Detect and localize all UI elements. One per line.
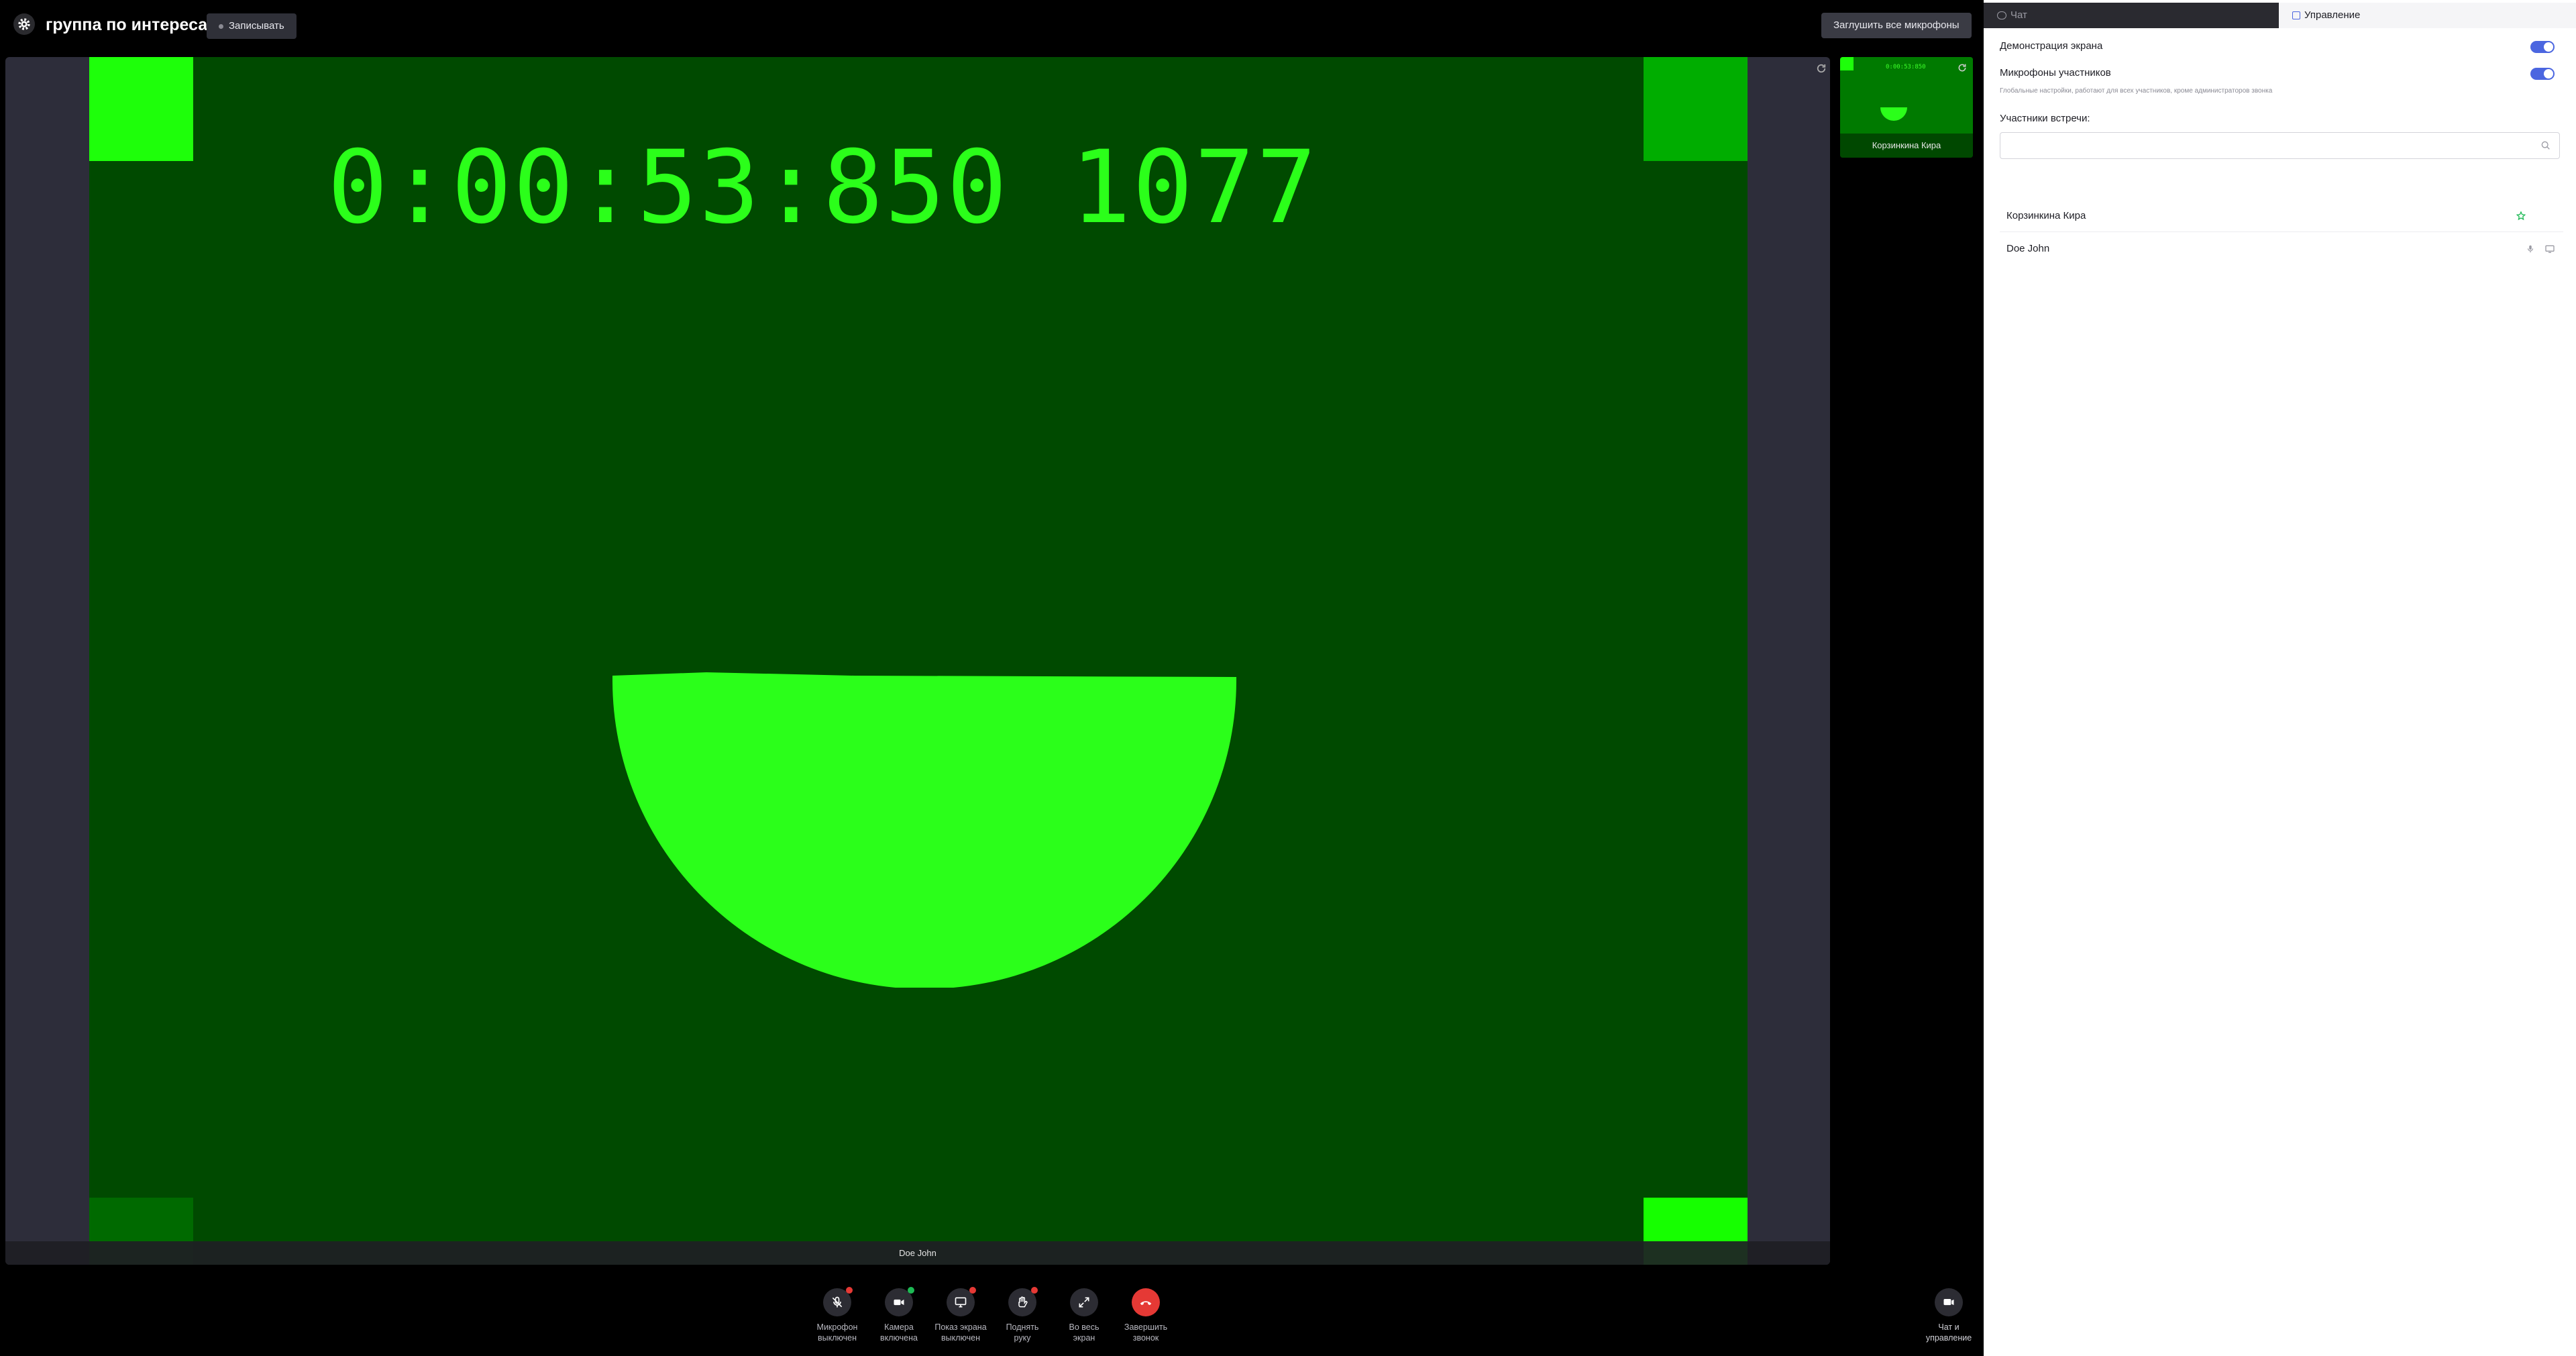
control-label: выключен <box>818 1333 857 1343</box>
record-dot-icon <box>219 23 223 29</box>
corner-marker <box>89 57 193 161</box>
end-call-button[interactable]: Завершить звонок <box>1114 1288 1178 1343</box>
thumbnail-timecode: 0:00:53:850 <box>1886 64 1926 70</box>
search-icon <box>2541 141 2550 150</box>
record-label: Записывать <box>229 20 284 32</box>
participant-name-bar: Doe John <box>5 1241 1830 1265</box>
hierarchy-icon <box>2292 11 2300 20</box>
member-row[interactable]: Корзинкина Кира <box>2000 200 2563 232</box>
refresh-icon[interactable] <box>1957 62 1968 73</box>
refresh-icon[interactable] <box>1815 62 1827 74</box>
tab-manage[interactable]: Управление <box>2279 3 2576 28</box>
half-circle-shape <box>1880 107 1907 121</box>
settings-button[interactable] <box>13 13 35 35</box>
member-row[interactable]: Doe John <box>2000 233 2563 265</box>
members-search-input[interactable] <box>2000 132 2560 159</box>
control-label: Поднять <box>1006 1322 1039 1332</box>
control-label: Показ экрана <box>934 1322 987 1332</box>
status-badge <box>908 1287 914 1294</box>
control-label: управление <box>1925 1333 1972 1343</box>
status-badge <box>969 1287 976 1294</box>
fullscreen-button[interactable]: Во весь экран <box>1052 1288 1116 1343</box>
control-label: включена <box>880 1333 918 1343</box>
member-name: Doe John <box>2006 243 2050 254</box>
chat-icon <box>1997 11 2006 20</box>
expand-icon <box>1070 1288 1098 1316</box>
control-label: Во весь <box>1069 1322 1099 1332</box>
control-label: Завершить <box>1124 1322 1168 1332</box>
mic-off-icon <box>823 1287 853 1316</box>
main-video-tile: 0:00:53:850 1077 Doe John <box>5 57 1830 1265</box>
screen-share-setting-label: Демонстрация экрана <box>2000 40 2103 52</box>
participant-thumbnail[interactable]: 0:00:53:850 Корзинкина Кира <box>1840 57 1973 158</box>
half-circle-shape <box>612 672 1236 988</box>
chat-manage-button[interactable]: Чат и управление <box>1912 1288 1986 1343</box>
control-label: экран <box>1073 1333 1095 1343</box>
control-label: звонок <box>1132 1333 1159 1343</box>
members-heading: Участники встречи: <box>2000 113 2090 124</box>
video-chat-icon <box>1935 1288 1963 1316</box>
gear-icon <box>18 18 30 30</box>
side-panel: Чат Управление Демонстрация экрана Микро… <box>1984 0 2576 1356</box>
status-badge <box>1031 1287 1038 1294</box>
tab-label: Управление <box>2304 9 2361 21</box>
status-badge <box>846 1287 853 1294</box>
control-label: Чат и <box>1938 1322 1960 1332</box>
participant-mics-setting-label: Микрофоны участников <box>2000 67 2111 79</box>
thumbnail-participant-name: Корзинкина Кира <box>1840 134 1973 158</box>
control-label: Микрофон <box>816 1322 858 1332</box>
hang-up-icon <box>1132 1288 1160 1316</box>
control-label: выключен <box>941 1333 980 1343</box>
star-icon <box>2516 211 2526 221</box>
tab-label: Чат <box>2010 9 2027 21</box>
control-label: Камера <box>884 1322 914 1332</box>
participant-name: Doe John <box>899 1248 936 1258</box>
mic-icon <box>2527 245 2534 253</box>
settings-note: Глобальные настройки, работают для всех … <box>2000 87 2273 95</box>
camera-toggle-button[interactable]: Камера включена <box>867 1287 931 1343</box>
control-label: руку <box>1014 1333 1031 1343</box>
thumbnail-video: 0:00:53:850 <box>1840 57 1973 134</box>
hand-icon <box>1008 1287 1038 1316</box>
meeting-title: группа по интересам1 <box>46 15 229 34</box>
record-button[interactable]: Записывать <box>207 13 297 39</box>
corner-marker <box>1644 57 1748 161</box>
participant-mics-toggle[interactable] <box>2530 68 2555 80</box>
member-name: Корзинкина Кира <box>2006 210 2086 221</box>
screen-share-toggle[interactable] <box>2530 41 2555 53</box>
mic-toggle-button[interactable]: Микрофон выключен <box>805 1287 869 1343</box>
raise-hand-button[interactable]: Поднять руку <box>990 1287 1055 1343</box>
video-timecode: 0:00:53:850 1077 <box>327 129 1318 246</box>
screen-icon <box>2545 245 2555 253</box>
tab-chat[interactable]: Чат <box>1984 3 2279 28</box>
screen-share-button[interactable]: Показ экрана выключен <box>928 1287 993 1343</box>
camera-icon <box>885 1287 914 1316</box>
mute-all-button[interactable]: Заглушить все микрофоны <box>1821 13 1972 38</box>
screen-share-icon <box>947 1287 976 1316</box>
participant-video: 0:00:53:850 1077 <box>89 57 1748 1265</box>
corner-marker <box>1840 57 1854 70</box>
